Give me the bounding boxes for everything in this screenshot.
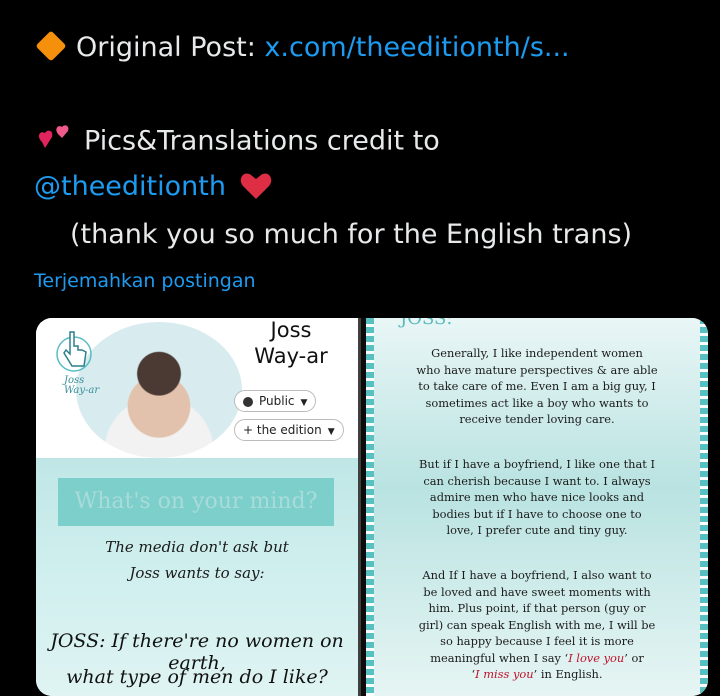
text-fragment: ’ in English. xyxy=(533,667,603,681)
joss-way-ar-logo: Joss Way-ar xyxy=(64,375,100,396)
chevron-down-icon: ▼ xyxy=(327,427,335,437)
i-love-you-phrase: I love you xyxy=(568,650,625,665)
text-line: be loved and have sweet moments with xyxy=(423,584,651,599)
original-post-label: Original Post: xyxy=(76,32,265,63)
text-line: to take care of me. Even I am a big guy,… xyxy=(418,379,656,393)
original-post-line: Original Post: x.com/theeditionth/s... xyxy=(34,29,570,65)
i-miss-you-phrase: I miss you xyxy=(475,667,534,681)
text-line: girl) can speak English with me, I will … xyxy=(418,617,656,632)
edition-pill-label: + the edition xyxy=(243,423,322,437)
text-line: bodies but if I have to choose one to xyxy=(432,506,642,521)
text-line: love, I prefer cute and tiny guy. xyxy=(446,523,628,537)
paragraph-2: But if I have a boyfriend, I like one th… xyxy=(376,456,698,539)
text-line: ‘I miss you’ in English. xyxy=(376,666,698,683)
text-line: And If I have a boyfriend, I also want t… xyxy=(422,568,652,582)
translate-post-link[interactable]: Terjemahkan postingan xyxy=(34,268,256,294)
credit-line: Pics&Translations credit to xyxy=(34,124,440,160)
profile-name-last: Way-ar xyxy=(254,344,328,368)
text-line: admire men who have nice looks and xyxy=(429,490,645,504)
orange-diamond-icon xyxy=(35,29,67,62)
whats-on-your-mind: What's on your mind? xyxy=(58,478,334,526)
text-fragment: meaningful when I say ‘ xyxy=(430,650,569,665)
two-hearts-icon xyxy=(38,125,69,148)
text-line: him. Plus point, if that person (guy or xyxy=(428,601,646,615)
hand-pointer-icon xyxy=(56,331,92,372)
media-image-right[interactable]: JOSS: Generally, I like independent wome… xyxy=(366,318,708,696)
credit-text: Pics&Translations credit to xyxy=(84,125,440,157)
text-line: who have mature perspectives & are able xyxy=(416,362,658,377)
profile-name-first: Joss xyxy=(270,318,312,342)
public-pill-label: Public xyxy=(259,394,295,408)
joss-heading: JOSS: xyxy=(400,318,453,329)
text-line: Generally, I like independent women xyxy=(431,346,643,360)
decorative-stripe-left xyxy=(366,318,374,696)
credit-handle-link[interactable]: @theeditionth xyxy=(34,171,226,202)
edition-pill: + the edition ▼ xyxy=(234,419,344,441)
text-line: But if I have a boyfriend, I like one th… xyxy=(419,457,655,471)
decorative-stripe-right xyxy=(700,318,708,696)
avatar xyxy=(76,322,242,458)
subtitle-line1: The media don't ask but xyxy=(105,538,289,556)
text-line: so happy because I feel it is more xyxy=(440,634,634,648)
text-line: can cherish because I want to. I always xyxy=(423,473,651,488)
question-line2: what type of men do I like? xyxy=(66,666,328,688)
original-post-link[interactable]: x.com/theeditionth/s... xyxy=(264,32,569,63)
subtitle-line2: Joss wants to say: xyxy=(129,564,265,582)
media-image-left[interactable]: Joss Way-ar Joss Way-ar Public ▼ + the edi… xyxy=(36,318,361,696)
paragraph-3: And If I have a boyfriend, I also want t… xyxy=(376,567,698,683)
red-heart-icon xyxy=(240,173,271,199)
globe-icon xyxy=(243,396,253,407)
text-line: meaningful when I say ‘I love you’ or xyxy=(376,650,698,667)
post-media[interactable]: Joss Way-ar Joss Way-ar Public ▼ + the edi… xyxy=(36,318,708,696)
thanks-text: (thank you so much for the English trans… xyxy=(70,219,633,250)
public-pill: Public ▼ xyxy=(234,390,317,412)
credit-handle-line: @theeditionth xyxy=(34,170,273,204)
text-line: sometimes act like a boy who wants to xyxy=(425,395,649,410)
paragraph-1: Generally, I like independent women who … xyxy=(376,345,698,428)
text-fragment: ’ or xyxy=(624,650,644,665)
chevron-down-icon: ▼ xyxy=(300,398,308,408)
text-line: receive tender loving care. xyxy=(459,412,615,426)
